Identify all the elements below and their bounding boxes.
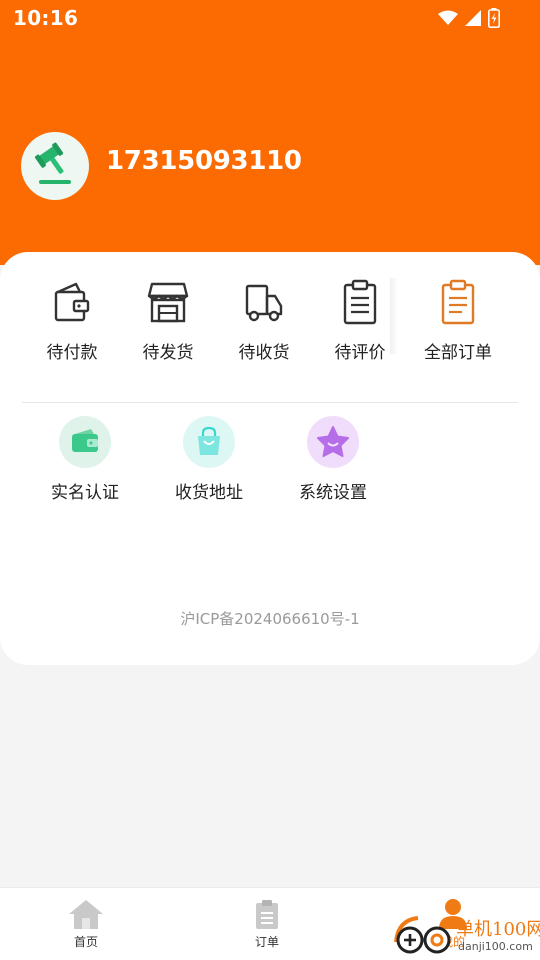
order-shortcuts: 待付款 待发货 待收货 待评价 全部订单	[22, 276, 518, 376]
watermark: 单机100网 danji100.com	[392, 912, 540, 960]
watermark-text: 单机100网	[456, 919, 540, 940]
star-icon	[317, 426, 349, 457]
status-icons	[438, 8, 500, 28]
service-label: 收货地址	[175, 483, 243, 503]
wallet-card-icon	[72, 429, 98, 452]
battery-icon	[488, 8, 500, 28]
tab-home[interactable]: 首页	[41, 898, 131, 950]
wallet-icon	[54, 282, 90, 322]
service-shortcuts: 实名认证 收货地址 系统设置	[22, 416, 518, 506]
home-icon	[69, 900, 103, 929]
avatar[interactable]	[21, 132, 89, 200]
tab-orders[interactable]: 订单	[222, 898, 312, 950]
pending-receipt-button[interactable]: 待收货	[214, 276, 314, 376]
signal-icon	[465, 10, 481, 26]
pending-payment-button[interactable]: 待付款	[22, 276, 122, 376]
pending-shipment-button[interactable]: 待发货	[118, 276, 218, 376]
watermark-logo-icon	[394, 916, 451, 954]
service-label: 系统设置	[299, 483, 367, 503]
account-card: 待付款 待发货 待收货 待评价 全部订单 实名认证 收货地址 系统设置 沪ICP…	[0, 252, 540, 665]
status-time: 10:16	[13, 6, 79, 30]
scroll-divider	[390, 278, 398, 354]
clipboard-list-icon	[441, 279, 475, 325]
service-label: 实名认证	[51, 483, 119, 503]
status-bar: 10:16	[0, 0, 540, 36]
section-divider	[22, 402, 518, 403]
truck-icon	[245, 284, 283, 322]
order-list-icon	[256, 900, 278, 929]
shop-icon	[147, 282, 189, 323]
gavel-icon	[34, 142, 71, 184]
real-name-verification-button[interactable]: 实名认证	[30, 416, 140, 503]
watermark-url: danji100.com	[458, 940, 533, 953]
order-label: 待付款	[46, 343, 98, 363]
icp-license[interactable]: 沪ICP备2024066610号-1	[0, 608, 540, 629]
system-settings-button[interactable]: 系统设置	[278, 416, 388, 503]
tab-label: 订单	[254, 935, 279, 949]
order-label: 待发货	[142, 343, 194, 363]
order-label: 待评价	[334, 343, 386, 363]
shipping-address-button[interactable]: 收货地址	[154, 416, 264, 503]
clipboard-icon	[343, 279, 377, 325]
order-label: 待收货	[238, 343, 290, 363]
wifi-icon	[438, 10, 458, 25]
tab-label: 首页	[73, 935, 98, 949]
shopping-bag-icon	[198, 426, 220, 455]
all-orders-button[interactable]: 全部订单	[408, 276, 508, 376]
profile-header: 10:16 17315093110	[0, 0, 540, 265]
phone-number: 17315093110	[106, 146, 302, 176]
order-label: 全部订单	[424, 343, 492, 363]
